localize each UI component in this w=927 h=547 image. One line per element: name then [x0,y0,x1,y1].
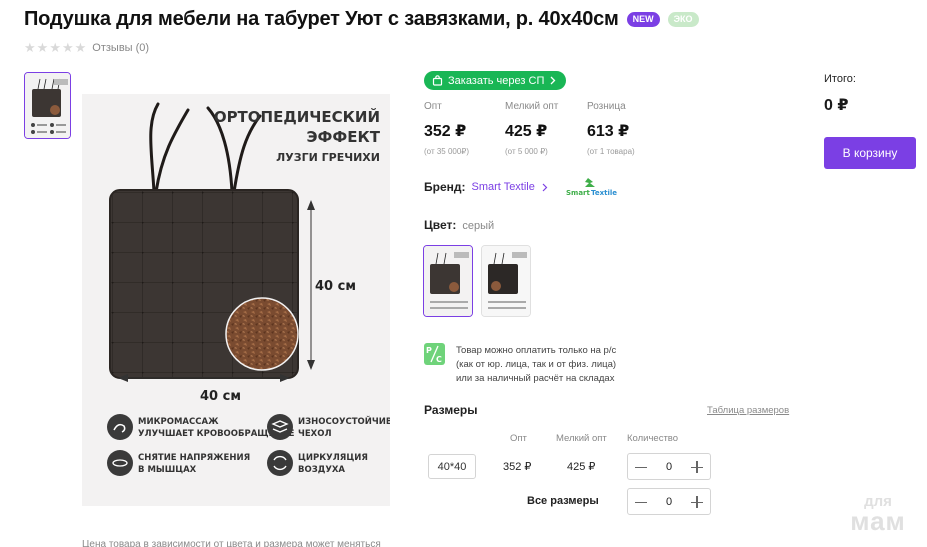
star-icon: ★ [61,40,74,55]
size-chip[interactable]: 40*40 [428,454,476,479]
header-qty: Количество [627,433,679,444]
minus-icon[interactable] [634,460,648,474]
svg-text:ИЗНОСОУСТОЙЧИВЫЙ: ИЗНОСОУСТОЙЧИВЫЙ [298,415,390,427]
color-row: Цвет: серый [424,218,494,232]
plus-icon[interactable] [690,460,704,474]
swatch-image [482,246,530,316]
quantity-stepper: 0 [627,453,711,480]
feature-3: СНЯТИЕ НАПРЯЖЕНИЯ В МЫШЦАХ [107,450,250,476]
row-small-opt-price: 425 ₽ [567,461,596,473]
thumbnail-image [25,73,70,138]
all-sizes-quantity[interactable]: 0 [666,496,672,508]
order-sp-button[interactable]: Заказать через СП [424,71,567,90]
star-icon: ★ [24,40,36,55]
bank-account-icon: Р С [424,343,445,365]
recycle-icon [267,450,293,476]
image-headline-3: ЛУЗГИ ГРЕЧИХИ [276,151,380,164]
svg-text:С: С [436,355,442,364]
svg-text:Textile: Textile [591,189,617,197]
plus-icon[interactable] [690,495,704,509]
all-sizes-stepper: 0 [627,488,711,515]
title-row: Подушка для мебели на табурет Уют с завя… [24,8,699,31]
brand-link[interactable]: Smart Textile [472,181,535,193]
svg-text:ЧЕХОЛ: ЧЕХОЛ [298,429,332,439]
price-caption: Цена товара в зависимости от цвета и раз… [82,539,381,547]
header-opt: Опт [510,433,527,444]
brand-logo[interactable]: Smart Textile [566,176,618,198]
star-icon: ★ [49,40,61,55]
brand-label: Бренд: [424,180,466,194]
order-sp-label: Заказать через СП [448,74,545,87]
size-chart-link[interactable]: Таблица размеров [707,405,789,416]
product-title: Подушка для мебели на табурет Уют с завя… [24,8,619,30]
gallery-thumbnail[interactable] [24,72,71,139]
image-headline-2: ЭФФЕКТ [307,128,381,146]
new-badge: NEW [626,12,660,27]
svg-text:СНЯТИЕ НАПРЯЖЕНИЯ: СНЯТИЕ НАПРЯЖЕНИЯ [138,453,250,463]
feature-2: ИЗНОСОУСТОЙЧИВЫЙ ЧЕХОЛ [267,414,408,440]
watermark-logo: для мам [850,493,906,537]
chevron-right-icon [542,183,548,191]
star-icon: ★ [36,40,49,55]
total-label: Итого: [824,73,856,85]
dimension-height-label: 40 см [315,279,356,294]
color-swatch-selected[interactable] [423,245,473,317]
color-label: Цвет: [424,218,457,232]
bag-icon [432,75,443,86]
image-headline-1: ОРТОПЕДИЧЕСКИЙ [214,107,380,126]
svg-text:В МЫШЦАХ: В МЫШЦАХ [138,465,197,475]
feature-1: МИКРОМАССАЖ УЛУЧШАЕТ КРОВООБРАЩЕНИЕ [107,414,295,440]
price-small-wholesale: Мелкий опт 425 ₽ (от 5 000 ₽) [505,101,559,156]
color-swatch[interactable] [481,245,531,317]
rating-row: ★ ★ ★ ★ ★ Отзывы (0) [24,40,149,56]
all-sizes-label: Все размеры [527,495,599,507]
quantity-value[interactable]: 0 [666,461,672,473]
svg-text:ВОЗДУХА: ВОЗДУХА [298,465,345,475]
spine-icon [107,450,133,476]
color-value: серый [462,220,495,232]
cushion-illustration: 40 см 40 см ОРТОПЕДИЧЕСКИЙ ЭФФЕКТ ЛУЗГИ … [107,102,408,476]
total-value: 0 ₽ [824,97,849,114]
svg-text:Smart: Smart [566,189,591,197]
eco-badge: ЭКО [667,12,699,27]
swatch-image [424,246,472,316]
chevron-right-icon [550,76,556,85]
sizes-title: Размеры [424,403,478,417]
add-to-cart-button[interactable]: В корзину [824,137,916,169]
minus-icon[interactable] [634,495,648,509]
product-main-image[interactable]: 40 см 40 см ОРТОПЕДИЧЕСКИЙ ЭФФЕКТ ЛУЗГИ … [82,94,408,506]
star-icon: ★ [74,40,87,55]
price-retail: Розница 613 ₽ (от 1 товара) [587,101,635,156]
brand-row: Бренд: Smart Textile Smart Textile [424,176,618,198]
rating-stars: ★ ★ ★ ★ ★ [24,40,86,56]
svg-text:ЦИРКУЛЯЦИЯ: ЦИРКУЛЯЦИЯ [298,453,368,463]
dimension-width-label: 40 см [200,389,241,404]
price-wholesale: Опт 352 ₽ (от 35 000₽) [424,101,470,156]
row-opt-price: 352 ₽ [503,461,532,473]
hand-icon [107,414,133,440]
reviews-link[interactable]: Отзывы (0) [92,42,149,54]
svg-text:МИКРОМАССАЖ: МИКРОМАССАЖ [138,417,219,427]
feature-4: ЦИРКУЛЯЦИЯ ВОЗДУХА [267,450,368,476]
payment-info: Товар можно оплатить только на р/с (как … [456,345,617,384]
svg-text:Р: Р [426,346,432,355]
header-small-opt: Мелкий опт [556,433,607,444]
